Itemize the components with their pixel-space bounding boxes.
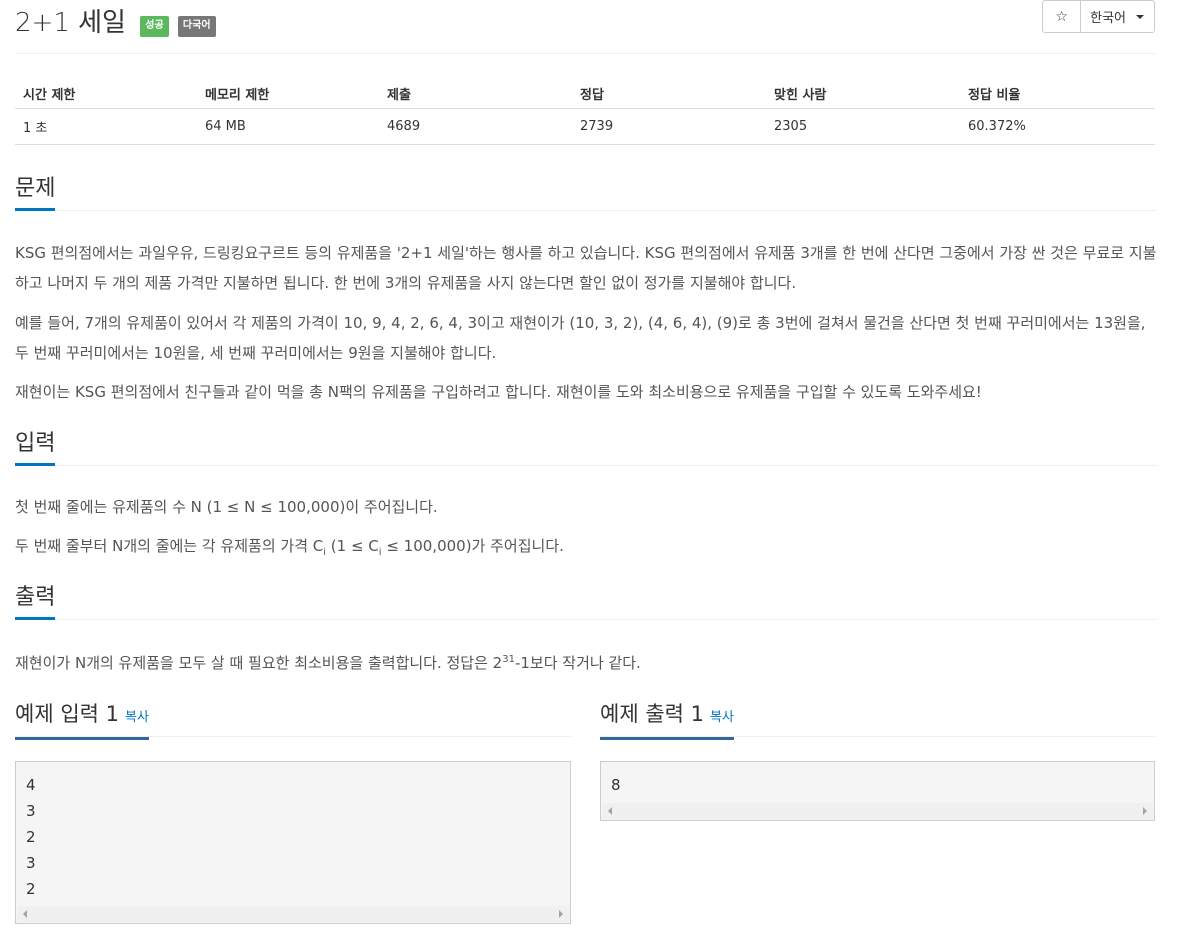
output-line: 재현이가 N개의 유제품을 모두 살 때 필요한 최소비용을 출력합니다. 정답… — [15, 654, 641, 672]
sample-output-text: 8 — [611, 776, 621, 794]
description-paragraph: KSG 편의점에서는 과일우유, 드링킹요구르트 등의 유제품을 '2+1 세일… — [15, 244, 1157, 292]
stats-header-accepted: 정답 — [572, 79, 766, 109]
input-line-1: 첫 번째 줄에는 유제품의 수 N (1 ≤ N ≤ 100,000)이 주어집… — [15, 498, 438, 516]
stats-accepted: 2739 — [572, 108, 766, 145]
output-section-header: 출력 — [15, 583, 1157, 620]
horizontal-scrollbar[interactable] — [17, 906, 569, 922]
sample-output-box[interactable]: 8 — [600, 761, 1155, 821]
scroll-left-icon[interactable] — [23, 910, 27, 918]
sample-input-title-block: 예제 입력 1 복사 — [15, 700, 149, 740]
sample-input-header: 예제 입력 1 복사 — [15, 700, 571, 740]
stats-header-solvers: 맞힌 사람 — [766, 79, 960, 109]
stats-header-ratio: 정답 비율 — [960, 79, 1155, 109]
language-dropdown[interactable]: 한국어 — [1081, 1, 1154, 32]
scroll-right-icon[interactable] — [1143, 807, 1147, 815]
problem-header: 2+1 세일 성공 다국어 ☆ 한국어 — [15, 0, 1155, 54]
stats-solvers: 2305 — [766, 108, 960, 145]
sample-output-header: 예제 출력 1 복사 — [600, 700, 1155, 740]
multilang-badge: 다국어 — [177, 15, 216, 37]
horizontal-scrollbar[interactable] — [602, 803, 1153, 819]
stats-header-memory-limit: 메모리 제한 — [197, 79, 379, 109]
stats-value-row: 1 초 64 MB 4689 2739 2305 60.372% — [15, 108, 1155, 145]
input-section-header: 입력 — [15, 429, 1157, 466]
caret-down-icon — [1136, 14, 1144, 19]
scroll-right-icon[interactable] — [559, 910, 563, 918]
stats-header-submissions: 제출 — [379, 79, 572, 109]
sample-output-column: 예제 출력 1 복사 8 — [600, 700, 1155, 821]
problem-stats-table: 시간 제한 메모리 제한 제출 정답 맞힌 사람 정답 비율 1 초 64 MB… — [15, 79, 1155, 145]
stats-header-row: 시간 제한 메모리 제한 제출 정답 맞힌 사람 정답 비율 — [15, 79, 1155, 109]
problem-title: 2+1 세일 — [15, 8, 126, 38]
input-line-2: 두 번째 줄부터 N개의 줄에는 각 유제품의 가격 Ci (1 ≤ Ci ≤ … — [15, 537, 564, 558]
copy-output-button[interactable]: 복사 — [710, 710, 734, 725]
success-badge: 성공 — [140, 15, 169, 37]
star-icon[interactable]: ☆ — [1043, 1, 1082, 32]
language-label: 한국어 — [1090, 11, 1126, 26]
copy-input-button[interactable]: 복사 — [125, 710, 149, 725]
problem-title-block: 2+1 세일 성공 다국어 — [15, 2, 217, 40]
description-section-header: 문제 — [15, 174, 1157, 211]
sample-output-title-block: 예제 출력 1 복사 — [600, 700, 734, 740]
description-paragraph: 예를 들어, 7개의 유제품이 있어서 각 제품의 가격이 10, 9, 4, … — [15, 314, 1146, 362]
sample-output-title: 예제 출력 1 — [600, 702, 704, 726]
description-heading: 문제 — [15, 175, 56, 211]
output-heading: 출력 — [15, 584, 56, 620]
sample-input-column: 예제 입력 1 복사 4 3 2 3 2 — [15, 700, 571, 924]
problem-toolbar: ☆ 한국어 — [1042, 0, 1155, 33]
input-heading: 입력 — [15, 430, 56, 466]
stats-memory-limit: 64 MB — [197, 108, 379, 145]
badge-group: 성공 다국어 — [140, 5, 216, 37]
scroll-left-icon[interactable] — [608, 807, 612, 815]
stats-time-limit: 1 초 — [15, 108, 197, 145]
stats-submissions: 4689 — [379, 108, 572, 145]
sample-input-box[interactable]: 4 3 2 3 2 — [15, 761, 571, 924]
stats-header-time-limit: 시간 제한 — [15, 79, 197, 109]
description-paragraph: 재현이는 KSG 편의점에서 친구들과 같이 먹을 총 N팩의 유제품을 구입하… — [15, 383, 982, 401]
sample-input-title: 예제 입력 1 — [15, 702, 119, 726]
sample-input-text: 4 3 2 3 2 — [26, 776, 36, 898]
stats-ratio: 60.372% — [960, 108, 1155, 145]
